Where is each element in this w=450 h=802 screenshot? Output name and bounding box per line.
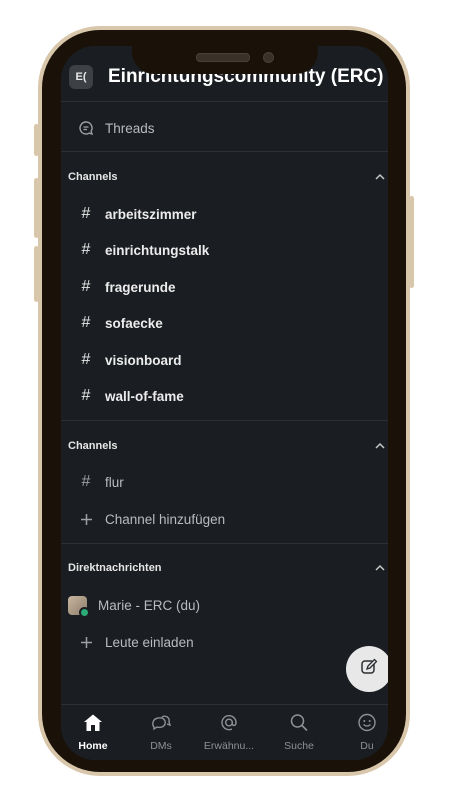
invite-label: Leute einladen: [105, 634, 194, 650]
hash-icon: #: [81, 278, 91, 295]
add-channel-label: Channel hinzufügen: [105, 511, 226, 527]
channel-name: sofaecke: [105, 315, 163, 331]
hash-icon: #: [81, 314, 91, 331]
profile-icon: [357, 713, 377, 736]
channel-item-sofaecke[interactable]: # sofaecke: [61, 305, 388, 341]
power-button: [409, 196, 414, 288]
channel-item-wall-of-fame[interactable]: # wall-of-fame: [61, 378, 388, 414]
section-title: Channels: [68, 440, 118, 452]
tab-label: Erwähnu...: [203, 740, 255, 752]
channel-item-visionboard[interactable]: # visionboard: [61, 342, 388, 378]
hash-icon: #: [81, 351, 91, 368]
tab-label: Home: [78, 740, 108, 752]
tab-dms[interactable]: DMs: [131, 713, 191, 752]
plus-icon: [61, 513, 104, 526]
divider: [61, 420, 388, 421]
tab-home[interactable]: Home: [63, 713, 123, 752]
app-screen: E( Einrichtungscommunity (ERC) Threads C…: [61, 46, 388, 760]
channel-item-einrichtungstalk[interactable]: # einrichtungstalk: [61, 232, 388, 268]
search-icon: [289, 714, 309, 736]
tab-mentions[interactable]: Erwähnu...: [199, 713, 259, 752]
avatar: [68, 595, 90, 618]
threads-label: Threads: [105, 120, 155, 136]
mute-switch: [34, 124, 39, 156]
workspace-icon[interactable]: E(: [69, 65, 93, 89]
channel-item-flur[interactable]: # flur: [61, 464, 388, 500]
home-icon: [83, 714, 103, 736]
hash-icon: #: [81, 473, 91, 490]
volume-up-button: [34, 178, 39, 238]
tab-search[interactable]: Suche: [269, 713, 329, 752]
chevron-up-icon[interactable]: [374, 439, 388, 453]
compose-icon: [360, 658, 378, 681]
hash-icon: #: [81, 241, 91, 258]
online-status-dot: [79, 606, 90, 618]
section-title: Channels: [68, 171, 118, 183]
channels-section-header[interactable]: Channels: [61, 162, 388, 192]
plus-icon: [61, 636, 104, 649]
invite-people-button[interactable]: Leute einladen: [61, 624, 388, 660]
front-camera: [263, 52, 274, 63]
phone-notch: [132, 30, 318, 74]
speaker-grille: [196, 53, 250, 62]
channel-item-fragerunde[interactable]: # fragerunde: [61, 269, 388, 305]
bottom-tab-bar: Home DMs Erwähnu... Suche Du: [61, 704, 388, 760]
threads-icon: [61, 120, 104, 136]
channel-name: einrichtungstalk: [105, 242, 210, 258]
tab-profile[interactable]: Du: [337, 713, 388, 752]
dm-name: Marie - ERC (du): [98, 597, 201, 613]
channel-name: wall-of-fame: [105, 388, 184, 404]
compose-button[interactable]: [346, 646, 388, 692]
chevron-up-icon[interactable]: [374, 561, 388, 575]
channel-name: arbeitszimmer: [105, 206, 197, 222]
header-divider: [61, 101, 388, 102]
section-title: Direktnachrichten: [68, 562, 162, 574]
channels-section-header[interactable]: Channels: [61, 431, 388, 461]
divider: [61, 543, 388, 544]
hash-icon: #: [81, 387, 91, 404]
channel-item-arbeitszimmer[interactable]: # arbeitszimmer: [61, 196, 388, 232]
divider: [61, 151, 388, 152]
add-channel-button[interactable]: Channel hinzufügen: [61, 501, 388, 537]
dms-icon: [151, 715, 172, 736]
threads-item[interactable]: Threads: [61, 110, 388, 146]
tab-label: Du: [360, 740, 374, 752]
tab-label: DMs: [150, 740, 172, 752]
hash-icon: #: [81, 205, 91, 222]
dm-item-marie[interactable]: Marie - ERC (du): [61, 587, 388, 623]
volume-down-button: [34, 246, 39, 302]
channel-name: visionboard: [105, 352, 182, 368]
chevron-up-icon[interactable]: [374, 170, 388, 184]
tab-label: Suche: [284, 740, 314, 752]
channel-name: flur: [105, 474, 124, 490]
mention-icon: [219, 715, 239, 736]
channel-name: fragerunde: [105, 279, 176, 295]
dm-section-header[interactable]: Direktnachrichten: [61, 553, 388, 583]
